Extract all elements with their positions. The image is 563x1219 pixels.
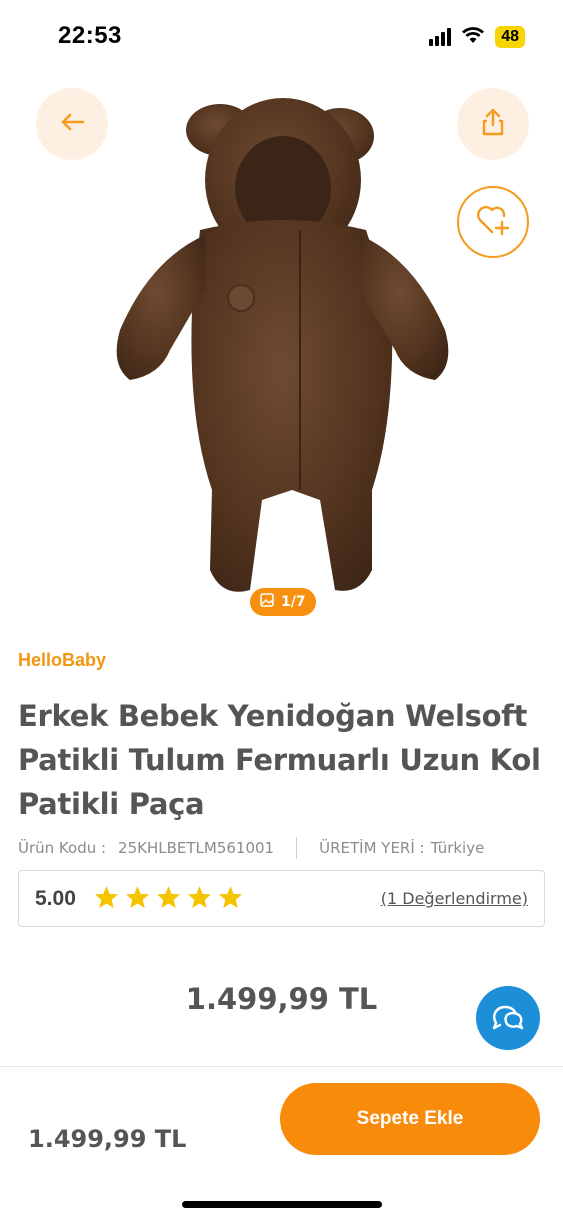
rating-stars [94, 885, 243, 913]
star-icon [125, 885, 150, 913]
rating-box: 5.00 (1 Değerlendirme) [18, 870, 545, 927]
product-meta: Ürün Kodu : 25KHLBETLM561001 ÜRETİM YERİ… [18, 837, 548, 859]
chat-icon [491, 1001, 525, 1035]
back-button[interactable] [36, 88, 108, 160]
back-arrow-icon [59, 112, 85, 136]
image-icon [260, 593, 274, 611]
signal-icon [429, 28, 452, 46]
origin-value: Türkiye [430, 839, 485, 857]
product-title: Erkek Bebek Yenidoğan Welsoft Patikli Tu… [18, 699, 541, 821]
add-to-cart-button[interactable]: Sepete Ekle [280, 1083, 540, 1155]
home-indicator[interactable] [182, 1201, 382, 1208]
battery-level: 48 [495, 26, 525, 48]
origin-label: ÜRETİM YERİ : [319, 839, 425, 857]
brand-link[interactable]: HelloBaby [18, 650, 106, 671]
share-icon [480, 107, 506, 141]
add-to-favorites-button[interactable] [457, 186, 529, 258]
product-code-value: 25KHLBETLM561001 [118, 839, 275, 857]
star-icon [94, 885, 119, 913]
reviews-link[interactable]: (1 Değerlendirme) [381, 889, 528, 908]
image-counter-text: 1/7 [281, 594, 306, 610]
heart-plus-icon [475, 204, 511, 240]
share-button[interactable] [457, 88, 529, 160]
wifi-icon [461, 26, 485, 48]
status-icons: 48 [429, 26, 525, 48]
bottom-bar: 1.499,99 TL Sepete Ekle [0, 1066, 563, 1219]
star-icon [218, 885, 243, 913]
star-icon [156, 885, 181, 913]
status-time: 22:53 [58, 22, 122, 49]
product-code-label: Ürün Kodu : [18, 839, 107, 857]
product-gallery[interactable]: 1/7 [0, 70, 563, 622]
star-icon [187, 885, 212, 913]
bottom-price: 1.499,99 TL [28, 1125, 187, 1153]
rating-value: 5.00 [35, 886, 76, 910]
status-bar: 22:53 48 [0, 0, 563, 70]
meta-divider [296, 837, 298, 859]
chat-button[interactable] [476, 986, 540, 1050]
image-counter: 1/7 [250, 588, 316, 616]
